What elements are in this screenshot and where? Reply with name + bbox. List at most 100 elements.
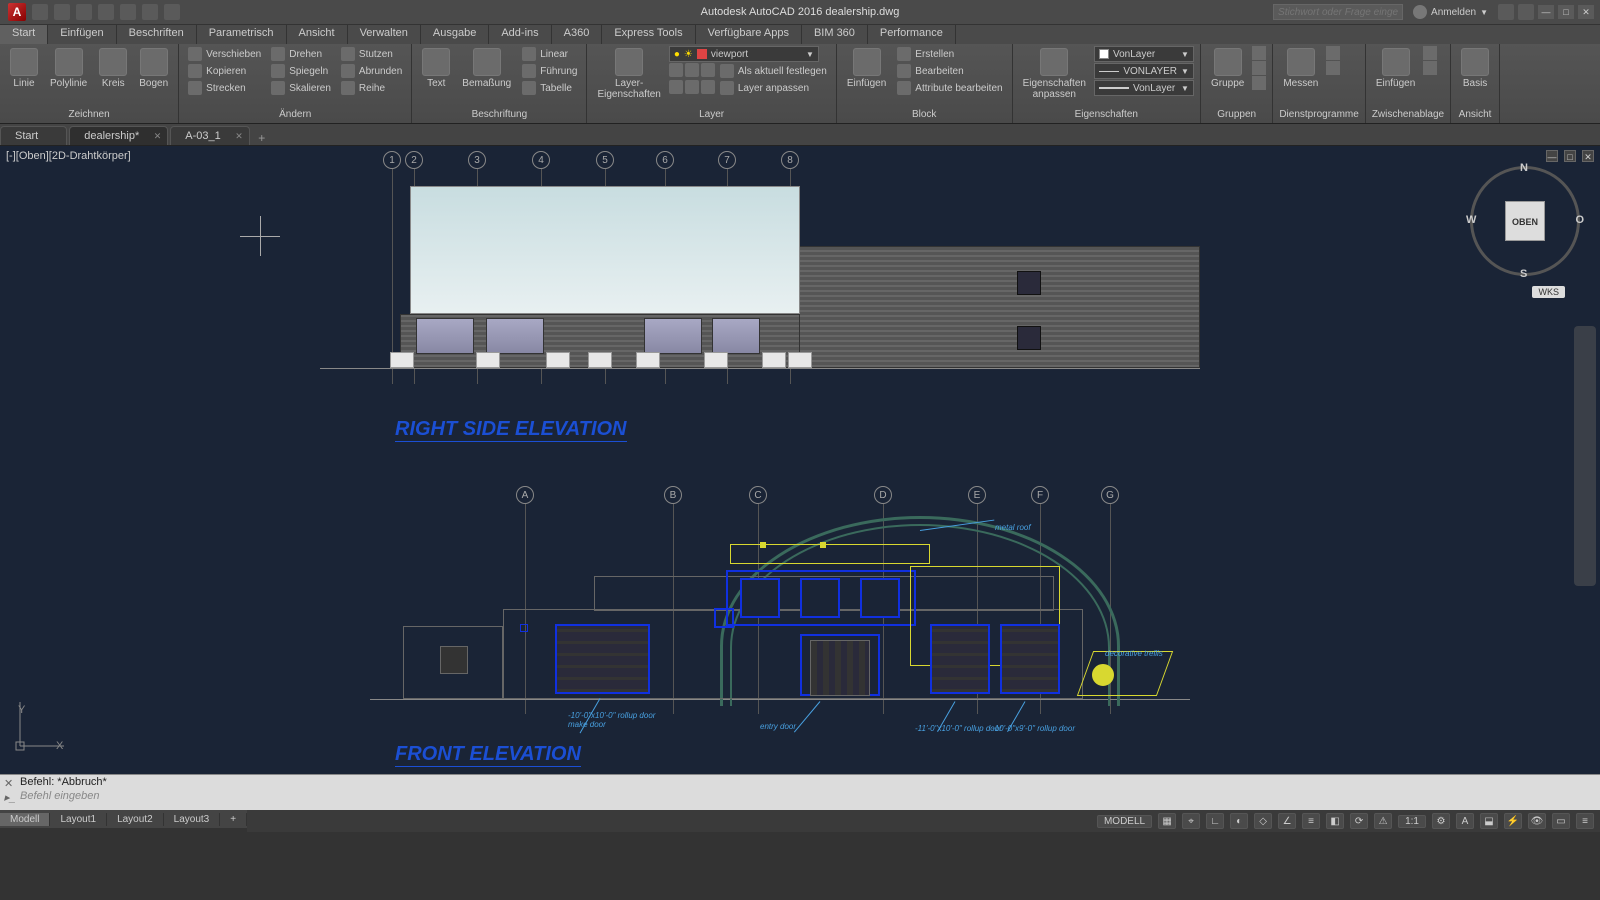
make-current-button[interactable]: Als aktuell festlegen xyxy=(717,63,830,79)
sign-in-button[interactable]: Anmelden ▼ xyxy=(1407,5,1494,19)
status-mode[interactable]: MODELL xyxy=(1097,815,1152,828)
file-tab-0[interactable]: Start xyxy=(0,126,67,145)
cut-icon[interactable] xyxy=(1423,46,1437,60)
annoscale-icon[interactable]: A xyxy=(1456,813,1474,829)
annomonitor-icon[interactable]: ⚠ xyxy=(1374,813,1392,829)
abrunden-button[interactable]: Abrunden xyxy=(338,63,405,79)
redo-icon[interactable] xyxy=(164,4,180,20)
reihe-button[interactable]: Reihe xyxy=(338,80,405,96)
menu-tab-add-ins[interactable]: Add-ins xyxy=(489,25,551,44)
select-all-icon[interactable] xyxy=(1326,46,1340,60)
clean-screen-icon[interactable]: ▭ xyxy=(1552,813,1570,829)
layout-tab-layout2[interactable]: Layout2 xyxy=(107,813,164,826)
menu-tab-performance[interactable]: Performance xyxy=(868,25,956,44)
open-icon[interactable] xyxy=(54,4,70,20)
menu-tab-ausgabe[interactable]: Ausgabe xyxy=(421,25,489,44)
table-button[interactable]: Tabelle xyxy=(519,80,580,96)
close-button[interactable]: ✕ xyxy=(1578,5,1594,19)
match-properties-button[interactable]: Eigenschaften anpassen xyxy=(1019,46,1090,102)
isolate-icon[interactable]: 👁 xyxy=(1528,813,1546,829)
layout-tab-layout3[interactable]: Layout3 xyxy=(164,813,221,826)
workspace-icon[interactable]: ⬓ xyxy=(1480,813,1498,829)
menu-tab-parametrisch[interactable]: Parametrisch xyxy=(197,25,287,44)
drawing-area[interactable]: [-][Oben][2D-Drahtkörper] — □ ✕ OBEN N S… xyxy=(0,146,1600,774)
dimension-button[interactable]: Bemaßung xyxy=(458,46,515,91)
customize-icon[interactable]: ≡ xyxy=(1576,813,1594,829)
group-button[interactable]: Gruppe xyxy=(1207,46,1248,91)
osnap-toggle-icon[interactable]: ◇ xyxy=(1254,813,1272,829)
polar-toggle-icon[interactable]: ◐ xyxy=(1230,813,1248,829)
spiegeln-button[interactable]: Spiegeln xyxy=(268,63,334,79)
text-button[interactable]: Text xyxy=(418,46,454,91)
lineweight-dropdown[interactable]: VonLayer▼ xyxy=(1094,80,1194,96)
maximize-button[interactable]: □ xyxy=(1558,5,1574,19)
linie-button[interactable]: Linie xyxy=(6,46,42,91)
insert-block-button[interactable]: Einfügen xyxy=(843,46,890,91)
infocenter-search[interactable] xyxy=(1273,4,1403,20)
transparency-icon[interactable]: ◧ xyxy=(1326,813,1344,829)
close-tab-icon[interactable]: ✕ xyxy=(154,131,162,142)
hardware-accel-icon[interactable]: ⚡ xyxy=(1504,813,1522,829)
verschieben-button[interactable]: Verschieben xyxy=(185,46,264,62)
measure-button[interactable]: Messen xyxy=(1279,46,1322,91)
grid-toggle-icon[interactable]: ▦ xyxy=(1158,813,1176,829)
menu-tab-bim 360[interactable]: BIM 360 xyxy=(802,25,868,44)
plot-icon[interactable] xyxy=(120,4,136,20)
kopieren-button[interactable]: Kopieren xyxy=(185,63,264,79)
layer-iso-icon[interactable] xyxy=(669,80,683,94)
paste-button[interactable]: Einfügen xyxy=(1372,46,1419,91)
help-icon[interactable] xyxy=(1518,4,1534,20)
ungroup-icon[interactable] xyxy=(1252,46,1266,60)
skalieren-button[interactable]: Skalieren xyxy=(268,80,334,96)
color-dropdown[interactable]: VonLayer▼ xyxy=(1094,46,1194,62)
layer-lock-icon[interactable] xyxy=(701,63,715,77)
menu-tab-ansicht[interactable]: Ansicht xyxy=(287,25,348,44)
menu-tab-a360[interactable]: A360 xyxy=(552,25,603,44)
menu-tab-einfügen[interactable]: Einfügen xyxy=(48,25,116,44)
menu-tab-start[interactable]: Start xyxy=(0,25,48,44)
snap-toggle-icon[interactable]: ⌖ xyxy=(1182,813,1200,829)
bogen-button[interactable]: Bogen xyxy=(135,46,172,91)
leader-button[interactable]: Führung xyxy=(519,63,580,79)
close-tab-icon[interactable]: ✕ xyxy=(235,131,243,142)
menu-tab-verfügbare apps[interactable]: Verfügbare Apps xyxy=(696,25,802,44)
saveas-icon[interactable] xyxy=(98,4,114,20)
menu-tab-beschriften[interactable]: Beschriften xyxy=(117,25,197,44)
layer-match-button[interactable]: Layer anpassen xyxy=(717,80,812,96)
app-menu-icon[interactable]: A xyxy=(8,3,26,21)
polylinie-button[interactable]: Polylinie xyxy=(46,46,91,91)
group-bbox-icon[interactable] xyxy=(1252,76,1266,90)
layer-freeze-icon[interactable] xyxy=(685,63,699,77)
kreis-button[interactable]: Kreis xyxy=(95,46,131,91)
add-layout-button[interactable]: + xyxy=(220,813,247,826)
linear-dim-button[interactable]: Linear xyxy=(519,46,580,62)
layout-tab-layout1[interactable]: Layout1 xyxy=(50,813,107,826)
new-icon[interactable] xyxy=(32,4,48,20)
edit-block-button[interactable]: Bearbeiten xyxy=(894,63,1005,79)
file-tab-1[interactable]: dealership*✕ xyxy=(69,126,168,145)
drehen-button[interactable]: Drehen xyxy=(268,46,334,62)
command-line[interactable]: ✕Befehl: *Abbruch* ▸_Befehl eingeben xyxy=(0,774,1600,810)
quick-calc-icon[interactable] xyxy=(1326,61,1340,75)
save-icon[interactable] xyxy=(76,4,92,20)
base-view-button[interactable]: Basis xyxy=(1457,46,1493,91)
layout-tab-modell[interactable]: Modell xyxy=(0,813,50,826)
group-edit-icon[interactable] xyxy=(1252,61,1266,75)
strecken-button[interactable]: Strecken xyxy=(185,80,264,96)
status-scale[interactable]: 1:1 xyxy=(1398,815,1426,828)
menu-tab-express tools[interactable]: Express Tools xyxy=(602,25,695,44)
exchange-icon[interactable] xyxy=(1498,4,1514,20)
gear-icon[interactable]: ⚙ xyxy=(1432,813,1450,829)
stutzen-button[interactable]: Stutzen xyxy=(338,46,405,62)
ortho-toggle-icon[interactable]: ∟ xyxy=(1206,813,1224,829)
layer-off-icon[interactable] xyxy=(669,63,683,77)
otrack-toggle-icon[interactable]: ∠ xyxy=(1278,813,1296,829)
current-layer-dropdown[interactable]: ●☀ viewport ▼ xyxy=(669,46,819,62)
menu-tab-verwalten[interactable]: Verwalten xyxy=(348,25,421,44)
linetype-dropdown[interactable]: VONLAYER▼ xyxy=(1094,63,1194,79)
new-tab-button[interactable]: + xyxy=(252,131,272,145)
layer-properties-button[interactable]: Layer- Eigenschaften xyxy=(593,46,664,102)
layer-prev-icon[interactable] xyxy=(701,80,715,94)
layer-uniso-icon[interactable] xyxy=(685,80,699,94)
command-input[interactable]: ▸_Befehl eingeben xyxy=(0,789,1600,803)
